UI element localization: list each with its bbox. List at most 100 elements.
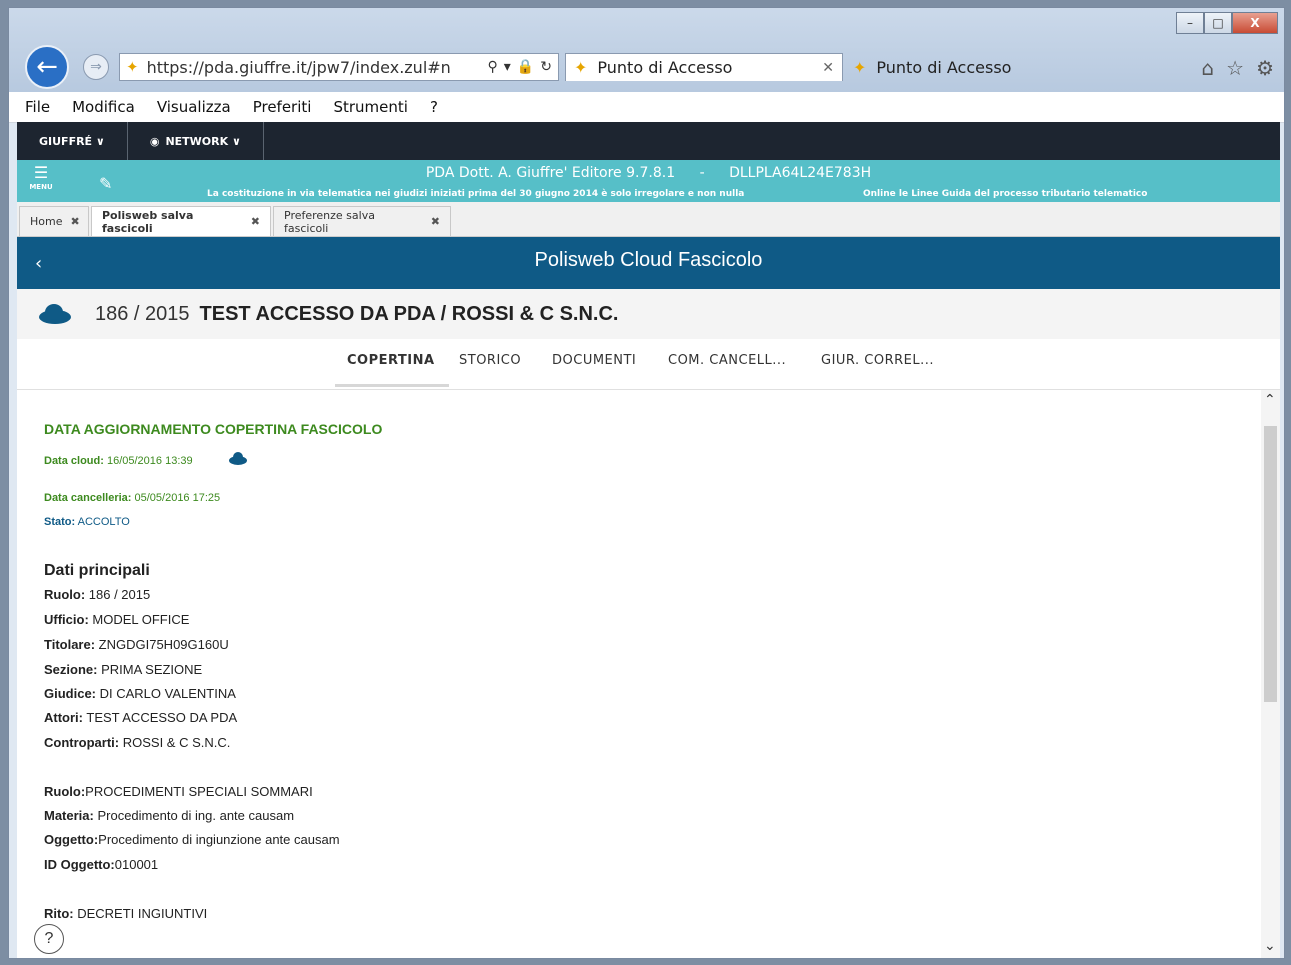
notice-link-left[interactable]: La costituzione in via telematica nei gi… [207, 189, 744, 199]
browser-menubar: File Modifica Visualizza Preferiti Strum… [9, 92, 1284, 123]
field-value: 186 / 2015 [85, 587, 151, 602]
tab-storico[interactable]: STORICO [459, 353, 521, 368]
field-value: Procedimento di ing. ante causam [93, 808, 295, 823]
tab-giur-correl[interactable]: GIUR. CORREL... [821, 353, 934, 368]
status-value: ACCOLTO [77, 516, 130, 528]
nav-network[interactable]: ◉ NETWORK ∨ [128, 122, 264, 160]
close-icon[interactable]: ✖ [70, 215, 79, 228]
registry-date-label: Data cancelleria: [44, 492, 132, 504]
field-materia: Materia: Procedimento di ing. ante causa… [44, 808, 294, 823]
tab-home[interactable]: Home ✖ [19, 206, 89, 236]
active-tab-indicator [335, 384, 449, 387]
tab-polisweb-salva-fascicoli[interactable]: Polisweb salva fascicoli ✖ [91, 206, 271, 236]
menu-strumenti[interactable]: Strumenti [333, 98, 407, 116]
browser-tab[interactable]: ✦ Punto di Accesso [845, 53, 1127, 81]
home-icon[interactable]: ⌂ [1201, 56, 1214, 80]
field-value: DI CARLO VALENTINA [96, 686, 236, 701]
field-sezione: Sezione: PRIMA SEZIONE [44, 662, 202, 677]
forward-button[interactable]: ⇒ [83, 54, 109, 80]
close-window-button[interactable]: X [1232, 12, 1278, 34]
menu-help[interactable]: ? [430, 98, 438, 116]
tab-home-label: Home [30, 215, 63, 228]
case-cover-panel: DATA AGGIORNAMENTO COPERTINA FASCICOLO D… [17, 390, 1261, 958]
help-button[interactable]: ? [34, 924, 64, 954]
tab-title: Punto di Accesso [597, 58, 733, 77]
tab-preferenze-salva-fascicoli[interactable]: Preferenze salva fascicoli ✖ [273, 206, 451, 236]
nav-giuffre-label: GIUFFRÉ ∨ [39, 134, 105, 148]
cloud-date-value: 16/05/2016 13:39 [106, 455, 193, 467]
banner-title: PDA Dott. A. Giuffre' Editore 9.7.8.1 - … [17, 165, 1280, 181]
scroll-up-icon[interactable]: ⌃ [1264, 392, 1276, 408]
menu-visualizza[interactable]: Visualizza [157, 98, 231, 116]
field-value: Procedimento di ingiunzione ante causam [98, 832, 340, 847]
field-rito: Rito: DECRETI INGIUNTIVI [44, 906, 207, 921]
field-label: Titolare: [44, 637, 96, 652]
update-heading: DATA AGGIORNAMENTO COPERTINA FASCICOLO [44, 421, 383, 437]
vertical-scrollbar[interactable]: ⌃ ⌄ [1261, 390, 1280, 958]
minimize-button[interactable]: – [1176, 12, 1204, 34]
field-attori: Attori: TEST ACCESSO DA PDA [44, 710, 237, 725]
field-titolare: Titolare: ZNGDGI75H09G160U [44, 637, 229, 652]
tab-copertina[interactable]: COPERTINA [347, 353, 435, 368]
field-ufficio: Ufficio: MODEL OFFICE [44, 612, 189, 627]
app-version: PDA Dott. A. Giuffre' Editore 9.7.8.1 [425, 165, 676, 181]
maximize-button[interactable]: □ [1204, 12, 1232, 34]
close-tab-icon[interactable]: ✕ [822, 60, 834, 76]
favorites-star-icon[interactable]: ☆ [1226, 56, 1244, 80]
field-value: ROSSI & C S.N.C. [119, 735, 231, 750]
registry-date-row: Data cancelleria: 05/05/2016 17:25 [44, 492, 220, 504]
dropdown-icon[interactable]: ▾ [504, 59, 511, 75]
status-row: Stato: ACCOLTO [44, 516, 130, 528]
notice-link-right[interactable]: Online le Linee Guida del processo tribu… [863, 189, 1147, 199]
address-url[interactable]: https://pda.giuffre.it/jpw7/index.zul#n [147, 58, 488, 77]
refresh-icon[interactable]: ↻ [540, 59, 552, 75]
browser-titlebar: – □ X ← ⇒ ✦ https://pda.giuffre.it/jpw7/… [9, 8, 1284, 92]
banner-separator: - [699, 165, 705, 181]
window-controls: – □ X [1176, 12, 1278, 34]
field-label: Oggetto: [44, 832, 99, 847]
settings-gear-icon[interactable]: ⚙ [1256, 56, 1274, 80]
field-label: Giudice: [44, 686, 97, 701]
case-title-bar: 186 / 2015 TEST ACCESSO DA PDA / ROSSI &… [17, 289, 1280, 339]
nav-giuffre[interactable]: GIUFFRÉ ∨ [17, 122, 128, 160]
tab-com-cancell[interactable]: COM. CANCELL... [668, 353, 786, 368]
app-banner: ☰ MENU ✎ PDA Dott. A. Giuffre' Editore 9… [17, 160, 1280, 202]
field-label: Ruolo: [44, 587, 86, 602]
case-number: 186 / 2015 [95, 302, 190, 325]
browser-toolbar-icons: ⌂ ☆ ⚙ [1201, 56, 1274, 80]
browser-tab-active[interactable]: ✦ Punto di Accesso ✕ [565, 53, 843, 81]
close-icon[interactable]: ✖ [431, 215, 440, 228]
tab-favicon-icon: ✦ [853, 57, 867, 77]
field-ruolo-tipo: Ruolo:PROCEDIMENTI SPECIALI SOMMARI [44, 784, 313, 799]
forward-arrow-icon: ⇒ [90, 59, 102, 75]
section-tabs: COPERTINA STORICO DOCUMENTI COM. CANCELL… [17, 339, 1280, 390]
case-name: TEST ACCESSO DA PDA / ROSSI & C S.N.C. [199, 302, 619, 325]
field-value: ZNGDGI75H09G160U [95, 637, 229, 652]
menu-modifica[interactable]: Modifica [72, 98, 135, 116]
cloud-icon [39, 304, 71, 324]
back-button[interactable]: ← [25, 45, 69, 89]
field-oggetto: Oggetto:Procedimento di ingiunzione ante… [44, 832, 340, 847]
field-label: ID Oggetto: [44, 857, 115, 872]
close-icon[interactable]: ✖ [251, 215, 260, 228]
cloud-date-row: Data cloud: 16/05/2016 13:39 [44, 455, 193, 467]
site-favicon-icon: ✦ [126, 58, 139, 76]
page-header: ‹ Polisweb Cloud Fascicolo [17, 237, 1280, 289]
user-code: DLLPLA64L24E783H [729, 165, 872, 181]
tab-documenti[interactable]: DOCUMENTI [552, 353, 636, 368]
nav-network-label: NETWORK ∨ [165, 134, 241, 148]
field-controparti: Controparti: ROSSI & C S.N.C. [44, 735, 230, 750]
menu-preferiti[interactable]: Preferiti [253, 98, 312, 116]
field-value: TEST ACCESSO DA PDA [83, 710, 238, 725]
address-bar[interactable]: ✦ https://pda.giuffre.it/jpw7/index.zul#… [119, 53, 559, 81]
lock-icon[interactable]: 🔒 [517, 59, 534, 75]
search-icon[interactable]: ⚲ [488, 59, 498, 75]
tab-title: Punto di Accesso [876, 57, 1012, 77]
page-content: GIUFFRÉ ∨ ◉ NETWORK ∨ ☰ MENU ✎ PDA Dott.… [17, 122, 1280, 958]
cloud-download-icon[interactable] [229, 452, 247, 465]
field-id-oggetto: ID Oggetto:010001 [44, 857, 158, 872]
menu-file[interactable]: File [25, 98, 50, 116]
scrollbar-thumb[interactable] [1264, 426, 1277, 702]
app-tabs: Home ✖ Polisweb salva fascicoli ✖ Prefer… [17, 202, 1280, 289]
scroll-down-icon[interactable]: ⌄ [1264, 938, 1276, 954]
